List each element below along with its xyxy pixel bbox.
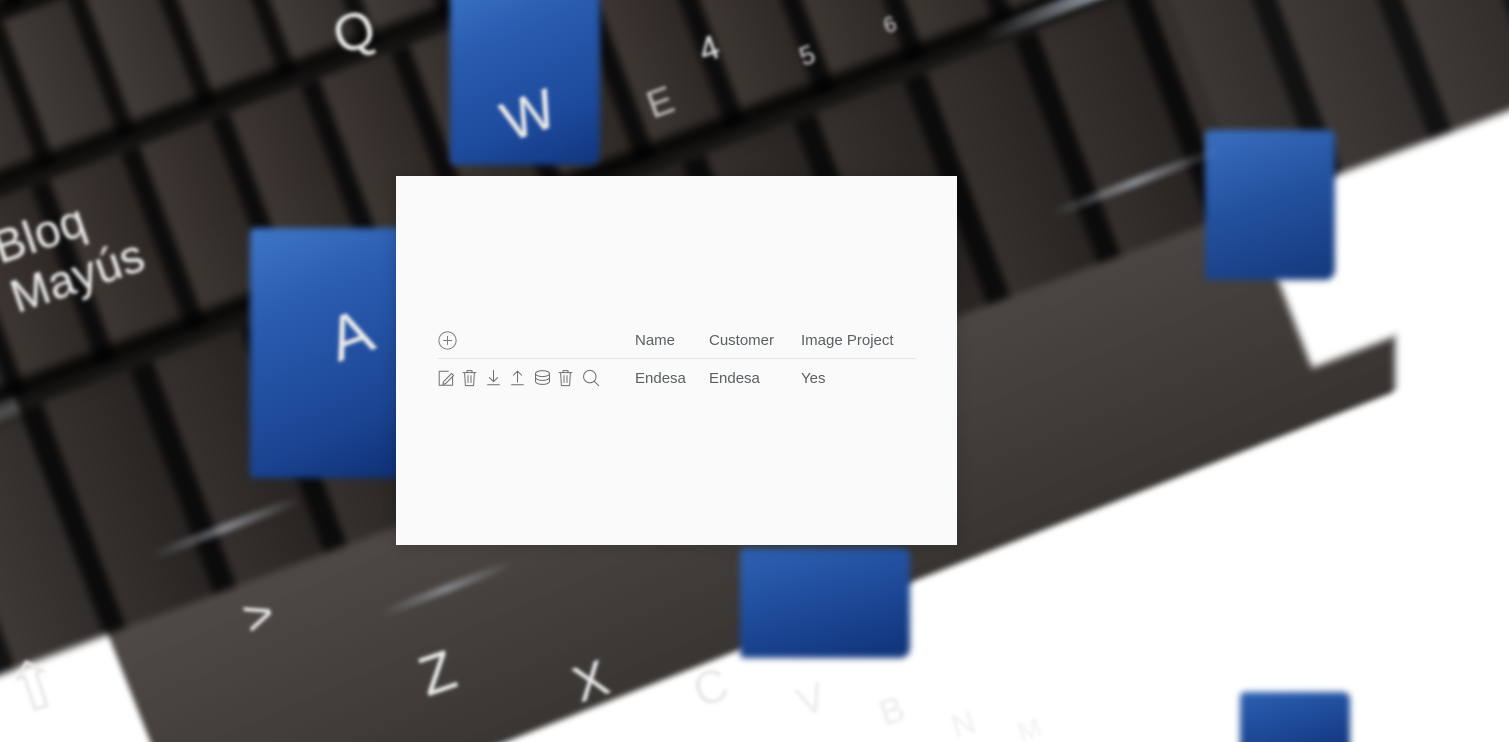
row-actions-cell (438, 369, 635, 387)
keyboard-key-bottom-blue (740, 548, 910, 658)
database-icon[interactable] (534, 369, 551, 387)
search-icon[interactable] (582, 369, 600, 387)
keycap-legend-b: B (873, 687, 911, 734)
upload-icon[interactable] (510, 369, 527, 387)
table-header-image-project[interactable]: Image Project (801, 333, 916, 348)
cell-name: Endesa (635, 369, 686, 387)
keyboard-key-a-blue (250, 228, 408, 478)
keyboard-key-bottom-right-blue (1240, 692, 1350, 742)
download-icon[interactable] (486, 369, 503, 387)
table-row: Endesa Endesa Yes (438, 359, 916, 397)
background-sky-right (1395, 200, 1509, 742)
keyboard-key-right-blue (1205, 130, 1335, 280)
cell-image-project: Yes (801, 369, 826, 387)
keycap-legend-shift-arrow: ⇧ (0, 642, 74, 733)
trash-icon[interactable] (462, 369, 479, 387)
screen-root: 4 5 6 Q W E Bloq Mayús A ⇧ > Z X C V B N … (0, 0, 1509, 742)
keycap-legend-m: M (1013, 710, 1047, 742)
table-header-actions-cell (438, 331, 635, 350)
keycap-legend-v: V (791, 674, 832, 726)
data-table-panel: Name Customer Image Project Endesa Endes… (396, 176, 957, 545)
edit-icon[interactable] (438, 369, 455, 387)
plus-circle-icon[interactable] (438, 331, 457, 350)
trash-icon[interactable] (558, 369, 575, 387)
table-header-row: Name Customer Image Project (438, 323, 916, 359)
table-header-customer[interactable]: Customer (709, 333, 801, 348)
keycap-legend-c: C (686, 656, 736, 718)
keycap-legend-n: N (946, 703, 981, 742)
table-header-name[interactable]: Name (635, 333, 709, 348)
table-container: Name Customer Image Project Endesa Endes… (438, 323, 916, 397)
cell-customer: Endesa (709, 369, 760, 387)
